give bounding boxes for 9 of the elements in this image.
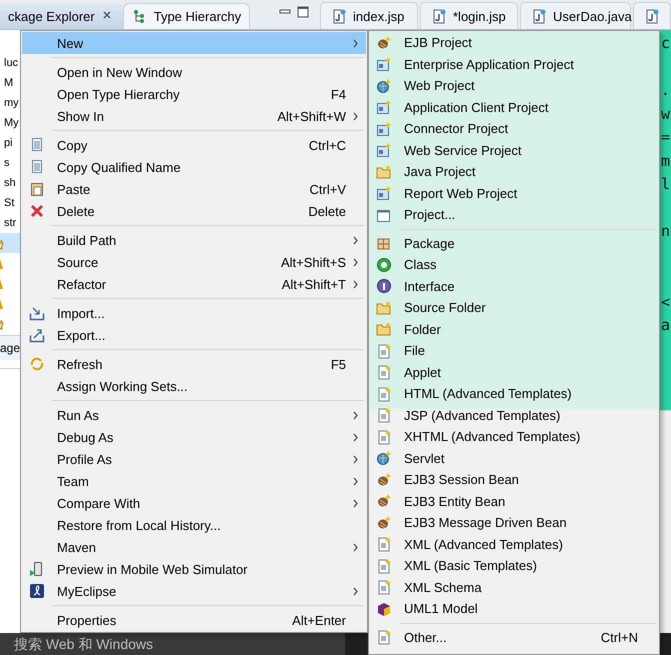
code-line: . xyxy=(661,81,670,99)
code-line: < xyxy=(661,292,670,310)
code-line: w xyxy=(661,104,670,122)
code-line: c xyxy=(661,34,670,52)
code-line: l xyxy=(661,175,670,193)
code-line: = xyxy=(661,128,670,146)
code-line: a xyxy=(661,316,670,334)
code-line: m xyxy=(661,152,670,170)
code-line: n xyxy=(661,222,670,240)
